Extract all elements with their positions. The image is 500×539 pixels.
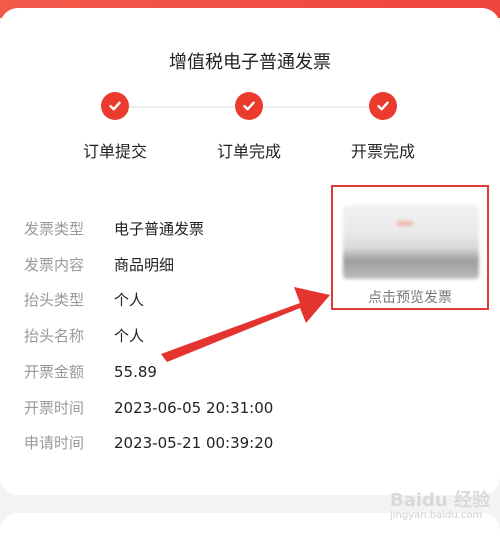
detail-label: 发票类型: [24, 220, 85, 238]
detail-value: 电子普通发票: [114, 220, 205, 238]
step-connector-2: [263, 106, 369, 108]
detail-value: 55.89: [114, 363, 157, 381]
step-3-check-icon: [369, 92, 397, 120]
watermark-logo-text: Baidu 经验: [390, 490, 491, 511]
step-2-check-icon: [235, 92, 263, 120]
detail-label: 抬头类型: [24, 291, 85, 309]
watermark-url: jingyan.baidu.com: [390, 510, 483, 521]
detail-label: 申请时间: [24, 434, 85, 452]
detail-value: 2023-05-21 00:39:20: [114, 434, 274, 452]
invoice-preview-button[interactable]: 点击预览发票: [331, 185, 489, 310]
step-3-label: 开票完成: [350, 142, 415, 161]
invoice-title: 增值税电子普通发票: [169, 52, 331, 73]
detail-value: 个人: [114, 327, 145, 345]
detail-label: 发票内容: [24, 256, 85, 274]
invoice-thumbnail[interactable]: [343, 205, 479, 279]
preview-invoice-link[interactable]: 点击预览发票: [333, 287, 487, 307]
step-1-check-icon: [101, 92, 129, 120]
step-connector-1: [129, 106, 235, 108]
detail-value: 2023-06-05 20:31:00: [114, 399, 274, 417]
watermark: Baidu 经验 jingyan.baidu.com: [390, 486, 490, 530]
detail-value: 个人: [114, 291, 145, 309]
detail-value: 商品明细: [114, 256, 175, 274]
thumbnail-accent: [397, 221, 413, 226]
detail-label: 抬头名称: [24, 327, 85, 345]
detail-label: 开票时间: [24, 399, 85, 417]
step-1-label: 订单提交: [82, 142, 147, 161]
detail-label: 开票金额: [24, 363, 85, 381]
step-2-label: 订单完成: [216, 142, 281, 161]
